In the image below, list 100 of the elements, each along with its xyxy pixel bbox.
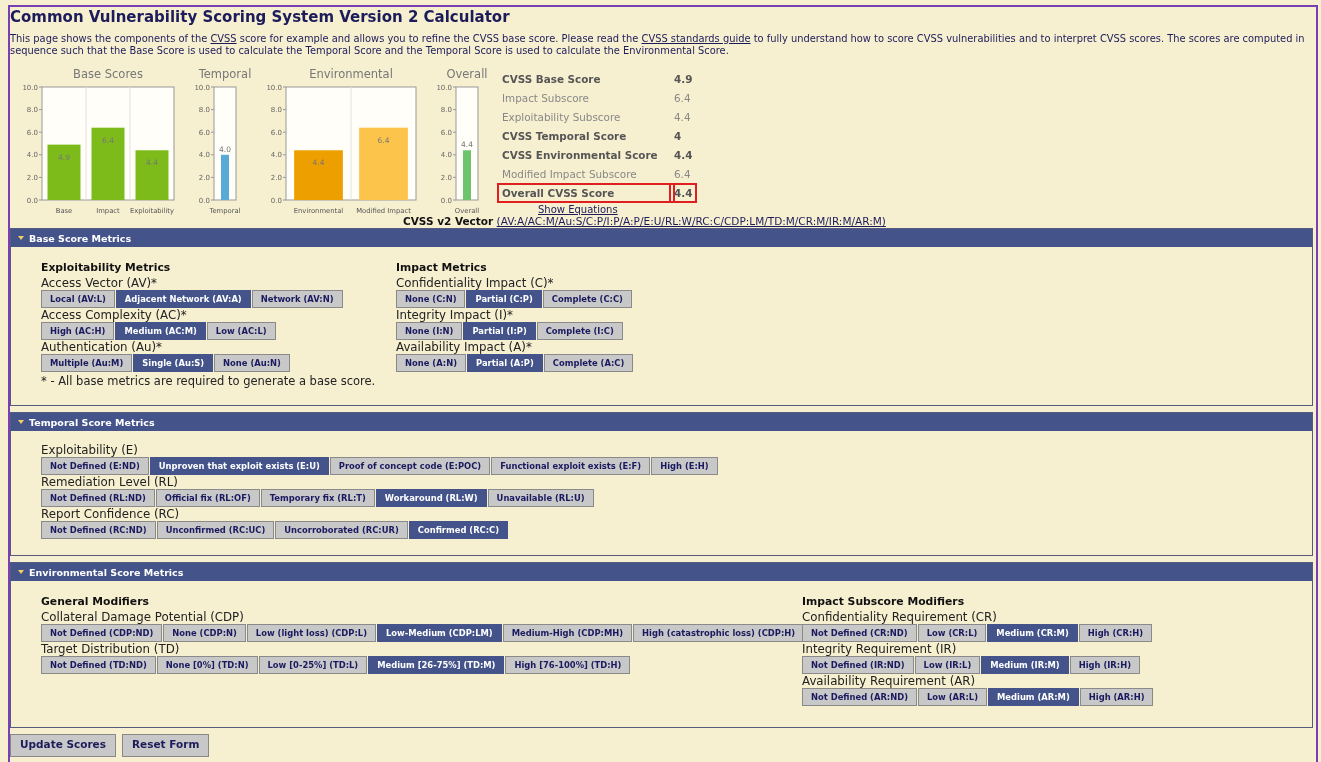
section-header[interactable]: Temporal Score Metrics [11,413,1312,431]
section-title: Environmental Score Metrics [29,566,184,578]
option-button[interactable]: Single (Au:S) [133,354,214,372]
option-button[interactable]: Confirmed (RC:C) [408,521,509,539]
section-header[interactable]: Environmental Score Metrics [11,563,1312,581]
metric-label: Confidentiality Impact (C)* [396,276,555,290]
option-button[interactable]: None [0%] (TD:N) [156,656,258,674]
option-button[interactable]: None (A:N) [396,354,466,372]
chart-title: Base Scores [73,67,143,81]
score-label: CVSS Base Score [501,71,602,86]
section-header[interactable]: Base Score Metrics [11,229,1312,247]
metric-label: Confidentiality Requirement (CR) [802,610,998,624]
option-button[interactable]: Not Defined (RL:ND) [41,489,155,507]
option-button[interactable]: Temporary fix (RL:T) [260,489,375,507]
form-button[interactable]: Update Scores [10,734,116,757]
option-button[interactable]: None (CDP:N) [163,624,246,642]
group-heading: Impact Subscore Modifiers [802,595,966,608]
option-button[interactable]: Medium-High (CDP:MH) [502,624,633,642]
option-button[interactable]: Low-Medium (CDP:LM) [376,624,502,642]
option-button[interactable]: Complete (I:C) [536,322,623,340]
option-button[interactable]: Not Defined (CDP:ND) [41,624,163,642]
metric-label: Access Complexity (AC)* [41,308,188,322]
group-heading: Exploitability Metrics [41,261,172,274]
option-button[interactable]: None (C:N) [396,290,466,308]
guide-link[interactable]: CVSS standards guide [641,33,751,44]
score-value: 6.4 [673,166,692,181]
option-button[interactable]: Partial (A:P) [467,354,543,372]
option-button[interactable]: Not Defined (AR:ND) [802,688,917,706]
option-button[interactable]: High (CR:H) [1078,624,1153,642]
option-button[interactable]: High [76-100%] (TD:H) [505,656,631,674]
metric-label: Integrity Impact (I)* [396,308,514,322]
option-button[interactable]: High (AC:H) [41,322,115,340]
metric-label: Integrity Requirement (IR) [802,642,958,656]
option-button[interactable]: Not Defined (E:ND) [41,457,149,475]
form-button[interactable]: Reset Form [122,734,210,757]
option-button[interactable]: Uncorroborated (RC:UR) [275,521,408,539]
option-button[interactable]: Unproven that exploit exists (E:U) [149,457,329,475]
metric-label: Report Confidence (RC) [41,507,180,521]
required-note: * - All base metrics are required to generate a base score. [41,374,377,388]
option-button[interactable]: Not Defined (TD:ND) [41,656,156,674]
option-button[interactable]: Medium [26-75%] (TD:M) [368,656,505,674]
option-button[interactable]: Local (AV:L) [41,290,115,308]
option-button[interactable]: Medium (CR:M) [987,624,1078,642]
option-button[interactable]: Low [0-25%] (TD:L) [258,656,368,674]
option-button[interactable]: Not Defined (IR:ND) [802,656,914,674]
bar [135,150,169,200]
option-button[interactable]: Workaround (RL:W) [375,489,487,507]
guide-link[interactable]: CVSS [210,33,237,44]
option-button[interactable]: Low (IR:L) [914,656,981,674]
group-heading: Impact Metrics [396,261,488,274]
option-button[interactable]: Not Defined (RC:ND) [41,521,156,539]
option-button[interactable]: Partial (I:P) [463,322,536,340]
show-equations-link[interactable]: Show Equations [538,204,618,215]
chart-title: Temporal [198,67,252,81]
score-label: Exploitability Subscore [501,109,622,124]
group-heading: General Modifiers [41,595,150,608]
option-button[interactable]: Medium (AR:M) [988,688,1079,706]
score-value: 4 [673,128,683,143]
option-button[interactable]: None (Au:N) [214,354,290,372]
metric-label: Availability Requirement (AR) [802,674,977,688]
bar [47,144,81,200]
option-button[interactable]: Official fix (RL:OF) [155,489,260,507]
metric-label: Target Distribution (TD) [41,642,181,656]
option-button[interactable]: Partial (C:P) [466,290,542,308]
score-label: Modified Impact Subscore [501,166,638,181]
option-button[interactable]: High (AR:H) [1079,688,1154,706]
option-button[interactable]: High (IR:H) [1069,656,1140,674]
section-title: Base Score Metrics [29,232,132,244]
option-button[interactable]: Functional exploit exists (E:F) [491,457,651,475]
option-button[interactable]: Low (CR:L) [917,624,987,642]
option-button[interactable]: Unconfirmed (RC:UC) [156,521,275,539]
option-button[interactable]: Unavailable (RL:U) [487,489,594,507]
metric-label: Access Vector (AV)* [41,276,158,290]
score-label: Overall CVSS Score [500,185,672,200]
option-button[interactable]: Low (AC:L) [206,322,276,340]
bar [463,150,471,200]
option-button[interactable]: None (I:N) [396,322,463,340]
metric-label: Collateral Damage Potential (CDP) [41,610,245,624]
metric-label: Exploitability (E) [41,443,139,457]
option-button[interactable]: Proof of concept code (E:POC) [329,457,491,475]
option-button[interactable]: High (catastrophic loss) (CDP:H) [633,624,805,642]
collapse-triangle-icon [18,420,24,424]
bar [221,154,229,200]
score-value: 4.4 [673,147,694,162]
option-button[interactable]: Complete (A:C) [543,354,634,372]
option-button[interactable]: Medium (AC:M) [115,322,206,340]
option-button[interactable]: Network (AV:N) [251,290,343,308]
page-title: Common Vulnerability Scoring System Version 2 Calculator [10,8,511,26]
option-button[interactable]: Low (light loss) (CDP:L) [246,624,376,642]
option-button[interactable]: Adjacent Network (AV:A) [115,290,251,308]
vector-link[interactable]: (AV:A/AC:M/Au:S/C:P/I:P/A:P/E:U/RL:W/RC:C/CDP:LM/TD:M/CR:M/IR:M/AR:M) [496,215,886,227]
chart-title: Overall [446,67,488,81]
option-button[interactable]: Not Defined (CR:ND) [802,624,917,642]
option-button[interactable]: Multiple (Au:M) [41,354,133,372]
option-button[interactable]: Complete (C:C) [542,290,632,308]
option-button[interactable]: High (E:H) [651,457,718,475]
collapse-triangle-icon [18,236,24,240]
option-button[interactable]: Low (AR:L) [918,688,987,706]
option-button[interactable]: Medium (IR:M) [981,656,1069,674]
score-label: CVSS Temporal Score [501,128,628,143]
